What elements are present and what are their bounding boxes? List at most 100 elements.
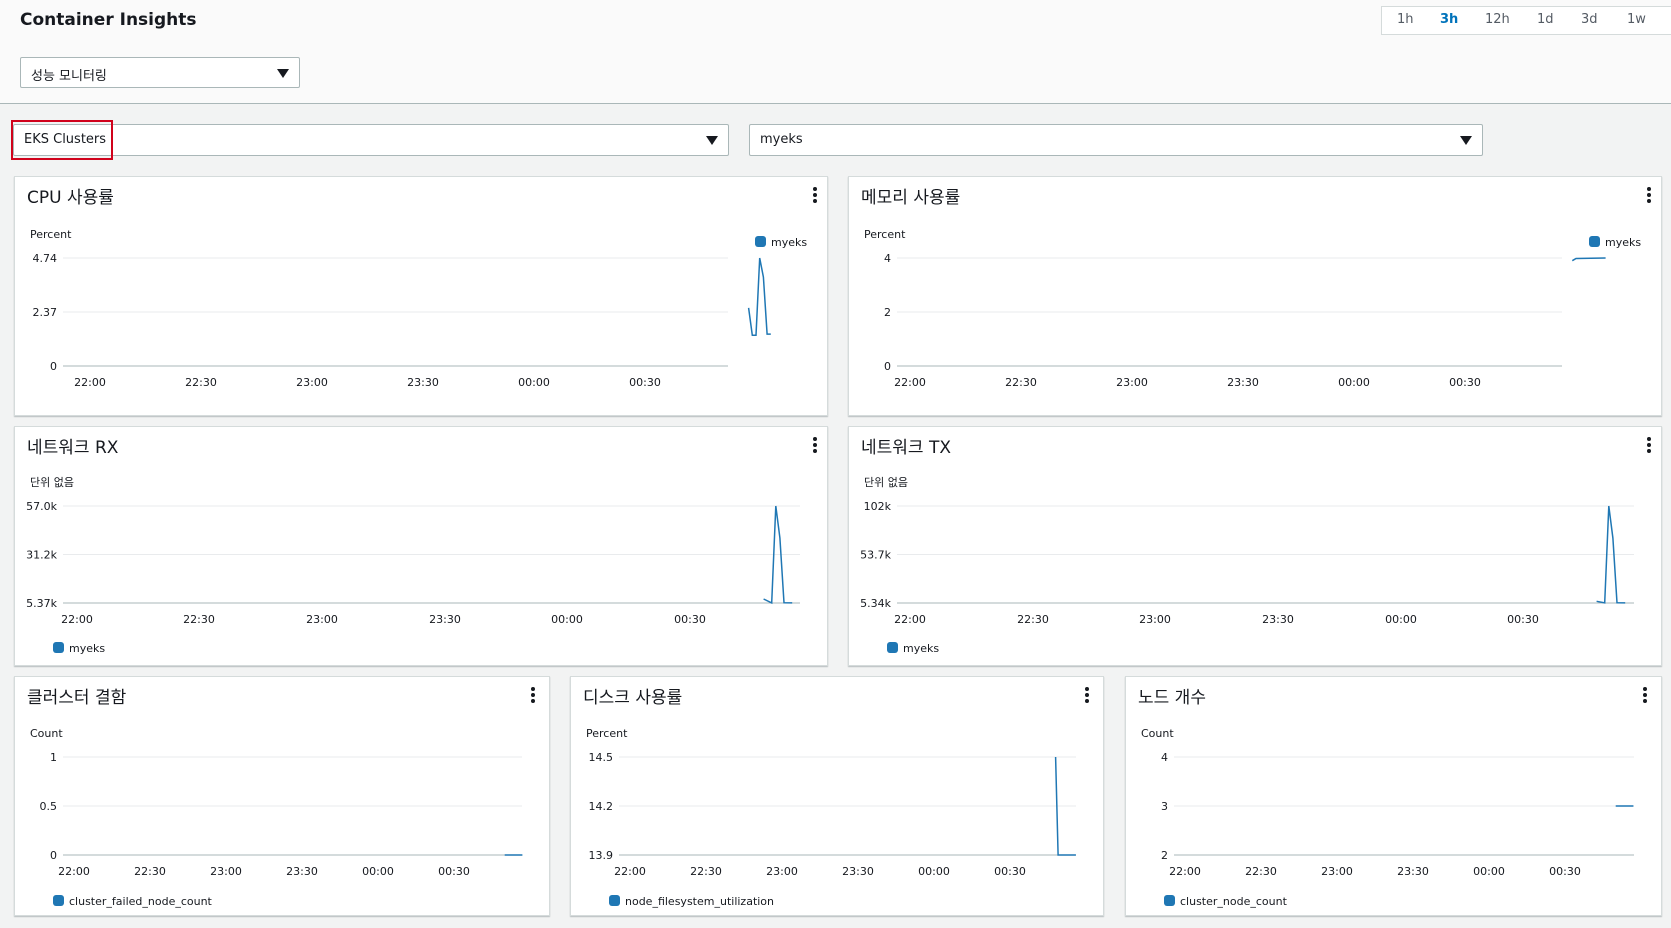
- y-tick-label: 4.74: [33, 252, 58, 265]
- chart-panel: 네트워크 RX 단위 없음 5.37k 31.2k 57.0k 22:00 22:30 23:…: [14, 426, 828, 666]
- range-button-12h[interactable]: 12h: [1485, 12, 1510, 27]
- legend-swatch[interactable]: [609, 895, 620, 906]
- legend-label[interactable]: cluster_failed_node_count: [69, 895, 213, 908]
- y-tick-label: 1: [50, 751, 57, 764]
- x-tick-label: 22:30: [690, 865, 722, 878]
- x-tick-label: 23:30: [286, 865, 318, 878]
- x-tick-label: 22:00: [58, 865, 90, 878]
- line-chart: Count 0 0.5 1 22:00 22:30 23:00 23:30 00:00 00:30…: [30, 727, 523, 908]
- legend-swatch[interactable]: [1164, 895, 1175, 906]
- legend-label[interactable]: myeks: [69, 642, 105, 655]
- y-tick-label: 0: [884, 360, 891, 373]
- legend-label[interactable]: myeks: [903, 642, 939, 655]
- x-tick-label: 23:30: [842, 865, 874, 878]
- x-tick-label: 23:00: [766, 865, 798, 878]
- legend-swatch[interactable]: [53, 642, 64, 653]
- y-axis-unit-label: Count: [30, 727, 63, 740]
- x-tick-label: 00:30: [1549, 865, 1581, 878]
- chevron-down-icon: [706, 136, 718, 145]
- line-chart: 단위 없음 5.34k 53.7k 102k 22:00 22:30 23:00 23:30 0…: [860, 476, 1634, 655]
- legend-swatch[interactable]: [53, 895, 64, 906]
- y-tick-label: 2.37: [33, 306, 58, 319]
- resource-type-select[interactable]: EKS Clusters: [13, 124, 729, 156]
- y-tick-label: 14.2: [589, 800, 614, 813]
- legend-label[interactable]: myeks: [771, 236, 807, 249]
- resource-type-value: EKS Clusters: [24, 132, 107, 147]
- y-tick-label: 0: [50, 849, 57, 862]
- y-axis-unit-label: Percent: [586, 727, 628, 740]
- range-button-3h[interactable]: 3h: [1440, 12, 1458, 27]
- series-line: [747, 257, 771, 336]
- x-tick-label: 23:00: [1321, 865, 1353, 878]
- x-tick-label: 23:30: [429, 613, 461, 626]
- x-tick-label: 22:30: [185, 376, 217, 389]
- chart-panel: CPU 사용률 Percent 0 2.37 4.74 22:00 22:30 23:00 23…: [14, 176, 828, 416]
- x-tick-label: 00:00: [1338, 376, 1370, 389]
- range-button-1w[interactable]: 1w: [1627, 12, 1646, 27]
- y-tick-label: 0.5: [40, 800, 58, 813]
- y-tick-label: 4: [1161, 751, 1168, 764]
- line-chart: Percent 0 2.37 4.74 22:00 22:30 23:00 23:30 00:0…: [30, 228, 807, 389]
- x-tick-label: 00:30: [1507, 613, 1539, 626]
- x-tick-label: 23:00: [1116, 376, 1148, 389]
- x-tick-label: 00:00: [362, 865, 394, 878]
- legend-swatch[interactable]: [887, 642, 898, 653]
- range-button-1h[interactable]: 1h: [1397, 12, 1414, 27]
- y-tick-label: 31.2k: [26, 549, 57, 562]
- y-tick-label: 5.37k: [26, 597, 57, 610]
- x-tick-label: 23:00: [306, 613, 338, 626]
- legend-label[interactable]: cluster_node_count: [1180, 895, 1288, 908]
- y-tick-label: 4: [884, 252, 891, 265]
- x-tick-label: 00:00: [918, 865, 950, 878]
- x-tick-label: 00:30: [1449, 376, 1481, 389]
- x-tick-label: 22:00: [894, 376, 926, 389]
- y-tick-label: 102k: [864, 500, 892, 513]
- y-tick-label: 13.9: [589, 849, 614, 862]
- y-axis-unit-label: 단위 없음: [30, 476, 74, 489]
- range-button-3d[interactable]: 3d: [1581, 12, 1598, 27]
- legend-label[interactable]: myeks: [1605, 236, 1641, 249]
- x-tick-label: 23:30: [1227, 376, 1259, 389]
- y-axis-unit-label: Percent: [30, 228, 72, 241]
- x-tick-label: 22:30: [1245, 865, 1277, 878]
- legend-label[interactable]: node_filesystem_utilization: [625, 895, 774, 908]
- y-tick-label: 2: [1161, 849, 1168, 862]
- cluster-select[interactable]: myeks: [749, 124, 1483, 156]
- y-tick-label: 57.0k: [26, 500, 57, 513]
- legend-swatch[interactable]: [755, 236, 766, 247]
- chevron-down-icon: [277, 69, 289, 78]
- chart-panel: 네트워크 TX 단위 없음 5.34k 53.7k 102k 22:00 22:30 23:0…: [848, 426, 1662, 666]
- y-axis-unit-label: Percent: [864, 228, 906, 241]
- x-tick-label: 22:00: [1169, 865, 1201, 878]
- x-tick-label: 23:00: [1139, 613, 1171, 626]
- chart-panel: 메모리 사용률 Percent 0 2 4 22:00 22:30 23:00 23:30 00:…: [848, 176, 1662, 416]
- y-tick-label: 53.7k: [860, 549, 891, 562]
- x-tick-label: 23:30: [1397, 865, 1429, 878]
- x-tick-label: 00:30: [438, 865, 470, 878]
- x-tick-label: 23:00: [210, 865, 242, 878]
- page-title: Container Insights: [20, 10, 197, 30]
- x-tick-label: 00:00: [551, 613, 583, 626]
- line-chart: Percent 13.9 14.2 14.5 22:00 22:30 23:00 23:30 0…: [586, 727, 1076, 908]
- x-tick-label: 22:00: [74, 376, 106, 389]
- x-tick-label: 22:30: [183, 613, 215, 626]
- chart-panel: 디스크 사용률 Percent 13.9 14.2 14.5 22:00 22:30 23:0…: [570, 676, 1104, 916]
- legend-swatch[interactable]: [1589, 236, 1600, 247]
- x-tick-label: 22:30: [134, 865, 166, 878]
- view-select[interactable]: 성능 모니터링: [20, 57, 300, 88]
- line-chart: 단위 없음 5.37k 31.2k 57.0k 22:00 22:30 23:00 23:30…: [26, 476, 800, 655]
- x-tick-label: 22:30: [1005, 376, 1037, 389]
- x-tick-label: 23:30: [407, 376, 439, 389]
- x-tick-label: 00:30: [674, 613, 706, 626]
- line-chart: Count 2 3 4 22:00 22:30 23:00 23:30 00:00 00:30 cl…: [1141, 727, 1634, 908]
- x-tick-label: 00:00: [1385, 613, 1417, 626]
- y-tick-label: 3: [1161, 800, 1168, 813]
- x-tick-label: 00:00: [1473, 865, 1505, 878]
- y-tick-label: 14.5: [589, 751, 614, 764]
- time-range-selector: 1h 3h 12h 1d 3d 1w: [1381, 6, 1671, 35]
- x-tick-label: 22:00: [614, 865, 646, 878]
- y-tick-label: 0: [50, 360, 57, 373]
- line-chart: Percent 0 2 4 22:00 22:30 23:00 23:30 00:00 00:30…: [864, 228, 1641, 389]
- range-button-1d[interactable]: 1d: [1537, 12, 1554, 27]
- x-tick-label: 22:30: [1017, 613, 1049, 626]
